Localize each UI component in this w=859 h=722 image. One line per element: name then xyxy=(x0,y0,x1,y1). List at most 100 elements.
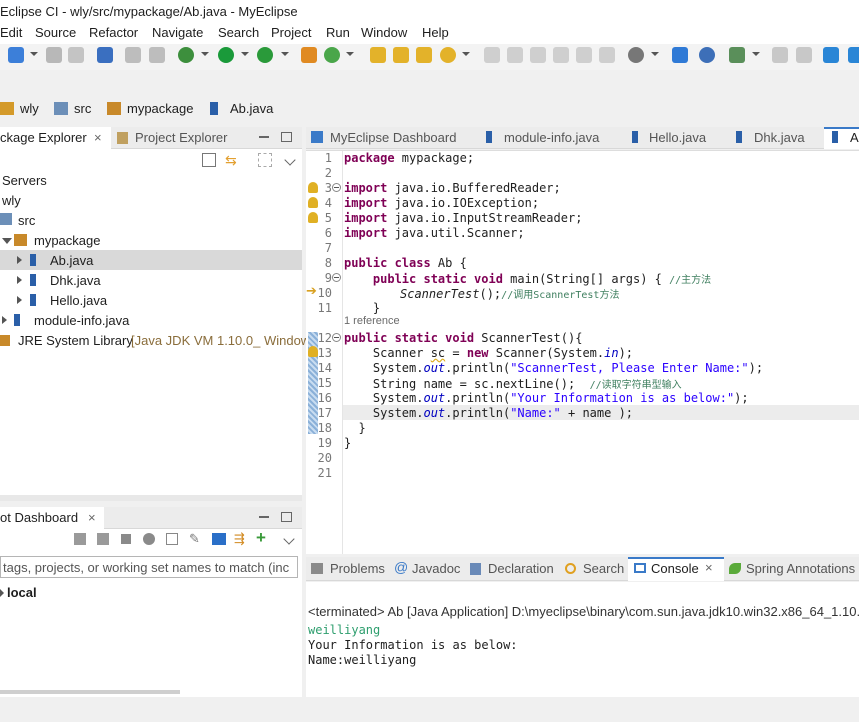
save-all-icon[interactable] xyxy=(68,47,84,63)
fold-icon[interactable] xyxy=(332,183,341,192)
fold-icon[interactable] xyxy=(332,273,341,282)
tree-item-dhk[interactable]: Dhk.java xyxy=(50,273,101,288)
pilcrow-icon[interactable] xyxy=(599,47,615,63)
chevron-down-icon[interactable] xyxy=(201,52,209,56)
tab-project-explorer[interactable]: Project Explorer xyxy=(135,130,227,145)
menu-navigate[interactable]: Navigate xyxy=(152,25,203,40)
deploy-icon[interactable] xyxy=(74,533,86,545)
menu-project[interactable]: Project xyxy=(271,25,311,40)
close-icon[interactable]: × xyxy=(705,560,713,575)
tree-item-ab[interactable]: Ab.java xyxy=(50,253,93,268)
close-icon[interactable]: × xyxy=(88,510,96,525)
minimize-icon[interactable] xyxy=(259,516,269,518)
menu-refactor[interactable]: Refactor xyxy=(89,25,138,40)
collapse-all-icon[interactable] xyxy=(202,153,216,167)
maximize-icon[interactable] xyxy=(281,132,292,142)
console-panel[interactable]: <terminated> Ab [Java Application] D:\my… xyxy=(306,582,859,697)
task-icon[interactable] xyxy=(729,47,745,63)
link-editor-icon[interactable]: ⇆ xyxy=(225,153,241,167)
run-server-icon[interactable] xyxy=(257,47,273,63)
breadcrumb-mypackage[interactable]: mypackage xyxy=(127,101,193,116)
code-editor[interactable]: ➔ 1 2 3 4 5 6 7 8 9 10 11 12 13 14 15 16… xyxy=(306,150,859,554)
view-menu-icon[interactable] xyxy=(283,533,295,545)
breadcrumb-wly[interactable]: wly xyxy=(20,101,39,116)
tab-dhk[interactable]: Dhk.java xyxy=(754,130,805,145)
grid-icon[interactable] xyxy=(97,47,113,63)
tree-item-mypackage[interactable]: mypackage xyxy=(34,233,100,248)
fold-icon[interactable] xyxy=(332,333,341,342)
redeploy-icon[interactable] xyxy=(97,533,109,545)
monitor-icon[interactable] xyxy=(672,47,688,63)
tab-javadoc[interactable]: Javadoc xyxy=(412,561,460,576)
code-lens-reference[interactable]: 1 reference xyxy=(344,315,400,327)
chevron-right-icon[interactable] xyxy=(17,256,22,264)
profile-icon[interactable] xyxy=(628,47,644,63)
tab-dashboard[interactable]: ot Dashboard xyxy=(0,510,78,525)
chevron-down-icon[interactable] xyxy=(281,52,289,56)
chevron-down-icon[interactable] xyxy=(651,52,659,56)
tab-ab[interactable]: A xyxy=(850,130,859,145)
breadcrumb-file[interactable]: Ab.java xyxy=(230,101,273,116)
breadcrumb-src[interactable]: src xyxy=(74,101,91,116)
chevron-down-icon[interactable] xyxy=(346,52,354,56)
upload-icon[interactable] xyxy=(823,47,839,63)
menu-search[interactable]: Search xyxy=(218,25,259,40)
deploy-icon[interactable] xyxy=(848,47,859,63)
expand-icon[interactable] xyxy=(2,238,12,244)
tree-item-hello[interactable]: Hello.java xyxy=(50,293,107,308)
debug-icon[interactable] xyxy=(178,47,194,63)
tab-declaration[interactable]: Declaration xyxy=(488,561,554,576)
tab-problems[interactable]: Problems xyxy=(330,561,385,576)
add-icon[interactable]: + xyxy=(256,529,270,546)
forward-icon[interactable] xyxy=(796,47,812,63)
maximize-icon[interactable] xyxy=(281,512,292,522)
tab-module-info[interactable]: module-info.java xyxy=(504,130,599,145)
menu-run[interactable]: Run xyxy=(326,25,350,40)
chevron-down-icon[interactable] xyxy=(241,52,249,56)
menu-window[interactable]: Window xyxy=(361,25,407,40)
view-menu-icon[interactable] xyxy=(284,154,296,166)
add-deployment-icon[interactable] xyxy=(301,47,317,63)
pen-icon[interactable] xyxy=(507,47,523,63)
open-type-icon[interactable] xyxy=(125,47,141,63)
pen-icon[interactable]: ✎ xyxy=(189,532,201,545)
skip-breakpoints-icon[interactable] xyxy=(699,47,715,63)
tree-item-src[interactable]: src xyxy=(18,213,35,228)
close-icon[interactable]: × xyxy=(94,130,102,145)
menu-edit[interactable]: Edit xyxy=(0,25,22,40)
chevron-down-icon[interactable] xyxy=(30,52,38,56)
save-icon[interactable] xyxy=(46,47,62,63)
refresh-icon[interactable] xyxy=(149,47,165,63)
chevron-down-icon[interactable] xyxy=(752,52,760,56)
chevron-right-icon[interactable] xyxy=(17,296,22,304)
open-file-icon[interactable] xyxy=(416,47,432,63)
back-icon[interactable] xyxy=(772,47,788,63)
minimize-icon[interactable] xyxy=(259,136,269,138)
toggle-breadcrumb-icon[interactable] xyxy=(484,47,500,63)
tree-item-wly[interactable]: wly xyxy=(2,193,21,208)
new-class-icon[interactable] xyxy=(324,47,340,63)
mark-occurrences-icon[interactable] xyxy=(530,47,546,63)
horizontal-scrollbar[interactable] xyxy=(0,690,180,694)
stop-icon[interactable] xyxy=(121,534,131,544)
new-icon[interactable] xyxy=(8,47,24,63)
dashboard-local[interactable]: local xyxy=(7,585,37,600)
block-select-icon[interactable] xyxy=(553,47,569,63)
run-icon[interactable] xyxy=(218,47,234,63)
tab-search[interactable]: Search xyxy=(583,561,624,576)
console-icon[interactable] xyxy=(166,533,178,545)
tree-item-module-info[interactable]: module-info.java xyxy=(34,313,129,328)
tab-myeclipse-dashboard[interactable]: MyEclipse Dashboard xyxy=(330,130,456,145)
tab-package-explorer[interactable]: ckage Explorer xyxy=(0,130,87,145)
chevron-right-icon[interactable] xyxy=(2,316,7,324)
tree-item-jre[interactable]: JRE System Library xyxy=(18,333,133,348)
chevron-down-icon[interactable] xyxy=(462,52,470,56)
grid-icon[interactable] xyxy=(212,533,226,545)
dashboard-filter-input[interactable]: tags, projects, or working set names to … xyxy=(0,556,298,578)
menu-help[interactable]: Help xyxy=(422,25,449,40)
focus-icon[interactable] xyxy=(258,153,272,167)
tab-console[interactable]: Console xyxy=(651,561,699,576)
horizontal-scrollbar[interactable] xyxy=(0,495,302,501)
open-folder-icon[interactable] xyxy=(370,47,386,63)
open-project-icon[interactable] xyxy=(393,47,409,63)
